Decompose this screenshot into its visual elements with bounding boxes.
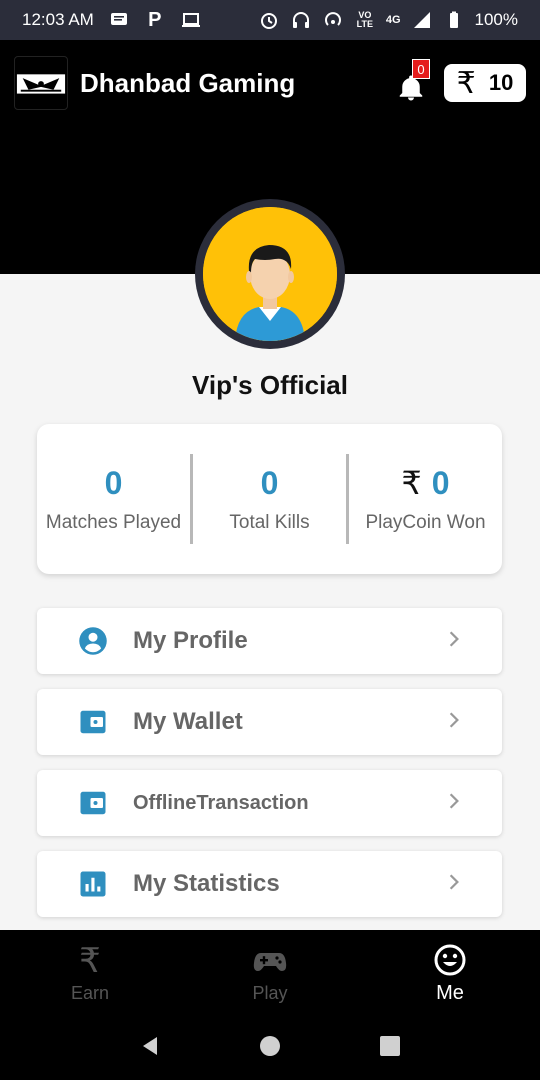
stat-value: 0 xyxy=(431,465,450,501)
stat-value: 0 xyxy=(104,464,123,501)
chevron-right-icon xyxy=(446,790,462,816)
wallet-icon xyxy=(77,706,109,738)
bottom-nav: ₹ Earn Play Me xyxy=(0,930,540,1016)
menu-label: My Statistics xyxy=(133,870,280,897)
chevron-right-icon xyxy=(446,628,462,654)
wallet-balance: 10 xyxy=(488,70,514,95)
menu-item-my-profile[interactable]: My Profile xyxy=(37,608,502,674)
menu-item-my-statistics[interactable]: My Statistics xyxy=(37,851,502,917)
chevron-right-icon xyxy=(446,709,462,735)
chevron-right-icon xyxy=(446,871,462,897)
stat-label: PlayCoin Won xyxy=(365,512,486,533)
battery-icon xyxy=(443,9,465,31)
nav-label: Play xyxy=(252,982,288,1003)
avatar[interactable] xyxy=(195,199,345,349)
wallet-balance-chip[interactable]: ₹ 10 xyxy=(444,64,526,102)
recents-icon[interactable] xyxy=(378,1034,402,1063)
menu-item-my-wallet[interactable]: My Wallet xyxy=(37,689,502,755)
hotspot-icon xyxy=(322,9,344,31)
battery-percent: 100% xyxy=(474,10,518,29)
rupee-icon: ₹ xyxy=(79,941,101,980)
stat-matches-played: 0 Matches Played xyxy=(37,454,190,544)
bar-chart-icon xyxy=(77,868,109,900)
menu-label: OfflineTransaction xyxy=(133,791,309,814)
stat-value-group: ₹0 xyxy=(349,464,502,502)
notification-badge: 0 xyxy=(412,59,430,79)
nav-tab-earn[interactable]: ₹ Earn xyxy=(0,930,180,1016)
signal-icon xyxy=(411,9,433,31)
user-avatar-icon xyxy=(203,207,337,341)
headphones-icon xyxy=(290,9,312,31)
menu-label: My Wallet xyxy=(133,708,243,735)
status-bar: 12:03 AM P VO LTE 4G 100% xyxy=(0,0,540,40)
stat-label: Matches Played xyxy=(45,511,182,533)
status-time: 12:03 AM xyxy=(22,10,94,29)
system-nav-bar xyxy=(0,1016,540,1080)
network-type: 4G xyxy=(385,14,401,26)
gamepad-icon xyxy=(253,943,287,979)
stat-label: Total Kills xyxy=(229,511,310,533)
account-circle-icon xyxy=(77,625,109,657)
stat-value: 0 xyxy=(260,464,279,501)
volte-icon: VO LTE xyxy=(356,10,373,29)
back-icon[interactable] xyxy=(138,1034,162,1063)
stat-playcoin-won: ₹0 PlayCoin Won xyxy=(346,454,502,544)
rupee-icon: ₹ xyxy=(401,465,422,501)
stats-card: 0 Matches Played 0 Total Kills ₹0 PlayCo… xyxy=(37,424,502,574)
smiley-icon xyxy=(433,942,467,978)
menu-item-offline-transaction[interactable]: OfflineTransaction xyxy=(37,770,502,836)
nav-label: Earn xyxy=(70,982,110,1003)
laptop-icon xyxy=(180,9,202,31)
wallet-icon xyxy=(77,787,109,819)
message-icon xyxy=(108,9,130,31)
rupee-icon: ₹ xyxy=(456,66,476,100)
menu-label: My Profile xyxy=(133,627,248,654)
notification-button[interactable]: 0 xyxy=(394,59,430,101)
app-title: Dhanbad Gaming xyxy=(80,67,296,98)
nav-tab-me[interactable]: Me xyxy=(360,930,540,1016)
user-name: Vip's Official xyxy=(192,370,348,400)
nav-label: Me xyxy=(436,981,464,1004)
nav-tab-play[interactable]: Play xyxy=(180,930,360,1016)
app-logo xyxy=(14,56,68,110)
stat-total-kills: 0 Total Kills xyxy=(190,454,346,544)
alarm-icon xyxy=(258,9,280,31)
home-icon[interactable] xyxy=(258,1034,282,1063)
paytm-p-icon: P xyxy=(148,8,162,31)
